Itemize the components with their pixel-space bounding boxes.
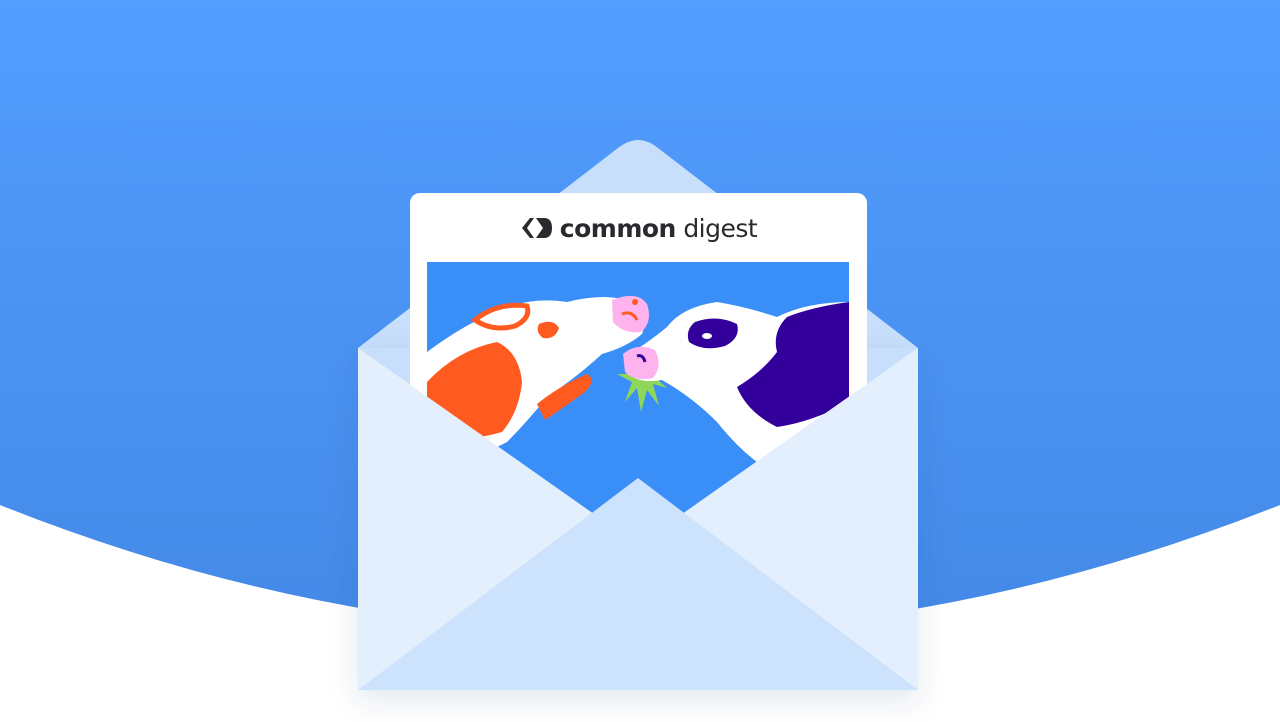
hero-banner: common digest xyxy=(0,0,1280,722)
newsletter-card: common digest xyxy=(410,193,867,553)
chevrons-logo-icon xyxy=(521,218,552,238)
brand-name-light: digest xyxy=(683,213,758,243)
brand-wordmark: common digest xyxy=(559,213,758,243)
brand-name-bold: common xyxy=(559,213,677,243)
cows-artwork xyxy=(427,262,849,542)
cows-illustration xyxy=(427,262,849,542)
brand-logo: common digest xyxy=(410,211,867,245)
